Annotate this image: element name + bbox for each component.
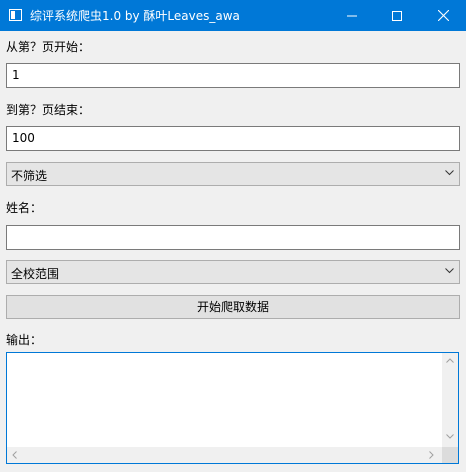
filter-select[interactable]: 不筛选 <box>6 162 460 186</box>
end-page-label: 到第？页结束： <box>6 103 91 117</box>
title-bar[interactable]: 综评系统爬虫1.0 by 酥叶Leaves_awa <box>0 0 466 31</box>
maximize-button[interactable] <box>374 0 420 31</box>
scroll-up-icon[interactable] <box>446 358 454 363</box>
name-label: 姓名： <box>6 201 43 215</box>
scrollbar-corner <box>442 447 458 463</box>
vertical-scrollbar[interactable] <box>442 353 458 447</box>
start-crawl-button[interactable]: 开始爬取数据 <box>6 295 460 319</box>
scroll-down-icon[interactable] <box>446 434 454 439</box>
maximize-icon <box>392 10 402 21</box>
start-page-input[interactable]: 1 <box>6 63 460 88</box>
name-input[interactable] <box>6 225 460 250</box>
close-button[interactable] <box>420 0 466 31</box>
minimize-button[interactable] <box>329 0 375 31</box>
scope-select-value: 全校范围 <box>11 267 60 281</box>
scroll-left-icon[interactable] <box>12 451 17 459</box>
start-page-label: 从第？页开始： <box>6 40 91 54</box>
filter-select-value: 不筛选 <box>11 169 48 183</box>
end-page-input[interactable]: 100 <box>6 126 460 151</box>
scroll-right-icon[interactable] <box>429 451 434 459</box>
close-icon <box>437 10 449 21</box>
output-label: 输出： <box>6 333 43 347</box>
chevron-down-icon <box>445 170 454 176</box>
output-textarea[interactable] <box>6 352 459 464</box>
window-title: 综评系统爬虫1.0 by 酥叶Leaves_awa <box>30 9 240 23</box>
minimize-icon <box>347 15 357 16</box>
chevron-down-icon <box>445 268 454 274</box>
app-window-icon <box>9 9 22 21</box>
horizontal-scrollbar[interactable] <box>7 447 442 463</box>
scope-select[interactable]: 全校范围 <box>6 260 460 284</box>
